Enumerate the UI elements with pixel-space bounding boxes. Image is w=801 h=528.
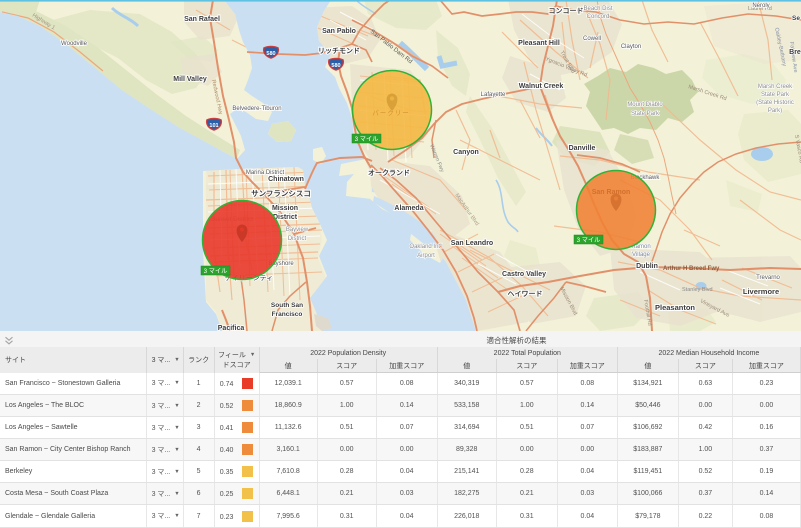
svg-text:パークリー: パークリー [372,109,410,117]
svg-text:3 マイル: 3 マイル [204,268,228,275]
svg-text:Airport: Airport [417,253,435,259]
svg-text:San Pablo: San Pablo [322,28,356,35]
svg-text:Concord: Concord [587,14,610,20]
svg-text:Livermore: Livermore [743,287,779,296]
svg-text:オークランド: オークランド [368,168,410,177]
svg-text:San Ramon: San Ramon [592,189,631,196]
svg-text:Se: Se [792,15,800,22]
svg-text:Woodville: Woodville [61,41,88,47]
svg-text:(State Historic: (State Historic [756,100,794,106]
svg-text:580: 580 [266,51,275,57]
svg-text:Stanley Blvd: Stanley Blvd [682,287,713,293]
svg-text:Pleasanton: Pleasanton [655,303,695,312]
svg-text:Bre: Bre [789,49,801,56]
svg-text:3 マイル: 3 マイル [355,136,379,143]
svg-text:Bayview: Bayview [286,227,309,233]
svg-text:Village: Village [632,252,651,258]
svg-text:Lafayette: Lafayette [481,92,506,98]
svg-text:District: District [288,236,307,242]
svg-text:580: 580 [331,63,340,69]
svg-text:Oakland Int'l: Oakland Int'l [409,244,442,250]
svg-text:Belvedere-Tiburon: Belvedere-Tiburon [232,106,281,112]
svg-text:ヘイワード: ヘイワード [508,290,543,298]
svg-text:Mission: Mission [272,205,298,212]
svg-text:Cowell: Cowell [583,36,601,42]
svg-text:Trevarno: Trevarno [756,275,780,281]
svg-text:3 マイル: 3 マイル [577,237,601,244]
svg-text:Park): Park) [768,108,782,114]
svg-text:Dublin: Dublin [636,263,658,270]
svg-text:Danville: Danville [569,145,596,152]
svg-text:State Park: State Park [631,111,660,117]
svg-text:Walnut Creek: Walnut Creek [519,83,564,90]
svg-text:State Park: State Park [761,92,790,98]
svg-text:Arthur H Breed Fwy: Arthur H Breed Fwy [663,266,720,272]
svg-text:Chinatown: Chinatown [268,176,304,183]
svg-text:コンコード: コンコード [549,7,584,15]
svg-text:Neroly: Neroly [752,3,769,9]
svg-text:San Leandro: San Leandro [451,240,493,247]
svg-text:Mount Diablo: Mount Diablo [627,102,663,108]
svg-text:Marsh Creek: Marsh Creek [758,84,793,90]
svg-text:Clayton: Clayton [621,44,641,50]
svg-text:Canyon: Canyon [453,149,479,156]
svg-text:Pleasant Hill: Pleasant Hill [518,40,560,47]
svg-text:Alameda: Alameda [394,205,423,212]
svg-text:Francisco: Francisco [272,311,303,318]
svg-text:Mill Valley: Mill Valley [173,76,207,83]
svg-text:リッチモンド: リッチモンド [318,47,360,55]
svg-text:サンフランシスコ: サンフランシスコ [251,189,311,198]
svg-text:Castro Valley: Castro Valley [502,271,546,278]
svg-text:Marina District: Marina District [246,170,285,176]
svg-text:South San: South San [271,302,303,309]
svg-text:San Rafael: San Rafael [184,16,220,23]
svg-text:101: 101 [209,123,218,129]
svg-text:Beach Dist: Beach Dist [583,6,612,12]
